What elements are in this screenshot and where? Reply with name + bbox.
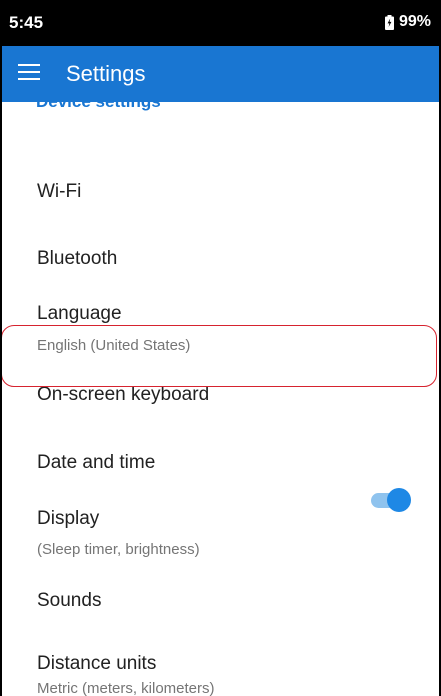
status-bar: 5:45 99% — [0, 0, 441, 46]
settings-item-title: Display — [37, 508, 100, 529]
settings-item-title: Wi-Fi — [37, 181, 82, 202]
toggle-thumb — [387, 488, 411, 512]
settings-item-title: Distance units — [37, 653, 157, 674]
settings-item-distance-units[interactable]: Distance units Metric (meters, kilometer… — [0, 636, 441, 696]
settings-item-title: Language — [37, 303, 122, 324]
settings-item-date-and-time[interactable]: Date and time — [0, 430, 441, 490]
app-bar: Settings — [0, 46, 441, 102]
page-title: Settings — [66, 61, 146, 86]
settings-item-title: Sounds — [37, 590, 102, 611]
settings-item-title: Date and time — [37, 452, 156, 473]
settings-item-title: Bluetooth — [37, 248, 118, 269]
settings-item-subtitle: English (United States) — [37, 337, 191, 354]
settings-list[interactable]: Device settings Wi-Fi Bluetooth Language… — [0, 102, 441, 696]
battery-percent: 99% — [398, 13, 431, 30]
hamburger-menu-icon[interactable] — [18, 64, 40, 82]
settings-item-bluetooth[interactable]: Bluetooth — [0, 222, 441, 292]
battery-charging-icon — [384, 14, 394, 30]
settings-item-wifi[interactable]: Wi-Fi — [0, 152, 441, 222]
settings-item-onscreen-keyboard[interactable]: On-screen keyboard — [0, 368, 441, 430]
settings-item-subtitle: Metric (meters, kilometers) — [37, 680, 215, 696]
settings-item-title: On-screen keyboard — [37, 384, 210, 405]
settings-item-subtitle: (Sleep timer, brightness) — [37, 541, 200, 558]
status-time: 5:45 — [9, 13, 44, 32]
section-header-device-settings: Device settings — [36, 102, 161, 112]
device-frame-left — [0, 0, 2, 696]
sounds-toggle[interactable] — [369, 487, 411, 513]
battery-indicator: 99% — [384, 13, 431, 31]
settings-item-language[interactable]: Language English (United States) — [0, 292, 441, 368]
settings-item-sounds[interactable]: Sounds — [0, 568, 441, 636]
